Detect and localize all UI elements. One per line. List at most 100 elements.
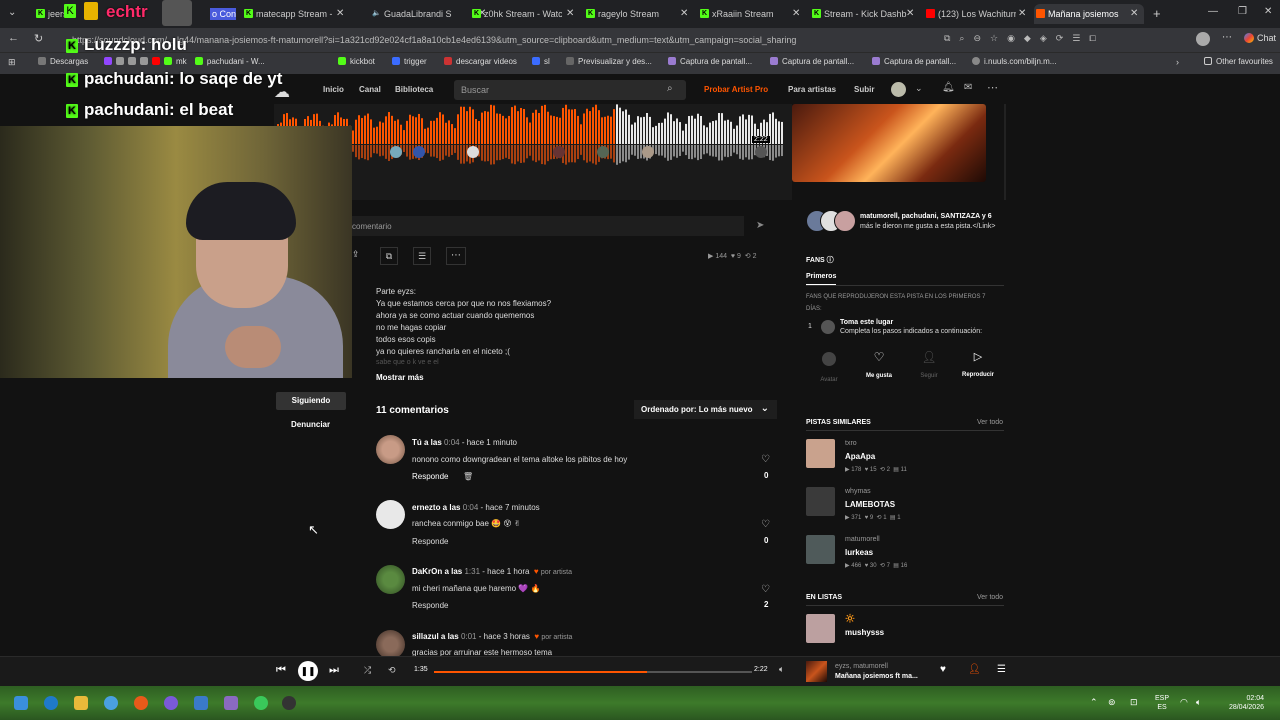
- close-icon[interactable]: ✕: [792, 8, 800, 19]
- nav-library[interactable]: Biblioteca: [395, 85, 433, 94]
- tab-5[interactable]: Kz0hk Stream - Watch: [470, 4, 562, 24]
- fans-tab-first[interactable]: Primeros: [806, 273, 836, 280]
- bookmark-1[interactable]: mk pachudani - W...: [104, 57, 265, 66]
- tray-chevron-icon[interactable]: ⌃: [1090, 697, 1098, 708]
- browser-icon[interactable]: [104, 696, 118, 710]
- whatsapp-icon[interactable]: [254, 696, 268, 710]
- app-icon[interactable]: [224, 696, 238, 710]
- like-icon[interactable]: ♡: [761, 519, 770, 530]
- pause-button[interactable]: ❚❚: [298, 661, 318, 681]
- discord-icon[interactable]: [164, 696, 178, 710]
- tray-icon[interactable]: ⊚: [1108, 697, 1116, 708]
- similar-artist[interactable]: matumorell: [845, 536, 880, 543]
- like-icon[interactable]: ♡: [761, 454, 770, 465]
- show-more-button[interactable]: Mostrar más: [376, 373, 424, 382]
- comment-input[interactable]: comentario: [352, 216, 744, 236]
- close-icon[interactable]: ✕: [680, 8, 688, 19]
- for-artists-link[interactable]: Para artistas: [788, 85, 836, 94]
- player-title[interactable]: Mañana josiemos ft ma...: [835, 673, 918, 680]
- commenter-avatar[interactable]: [553, 146, 565, 158]
- player-artwork[interactable]: [806, 661, 827, 682]
- similar-artist[interactable]: whymas: [845, 488, 871, 495]
- send-icon[interactable]: ➤: [756, 220, 764, 231]
- close-icon[interactable]: ✕: [1018, 8, 1026, 19]
- reply-button[interactable]: Responde: [412, 537, 448, 546]
- app-icon[interactable]: [194, 696, 208, 710]
- next-icon[interactable]: ⏭: [329, 664, 339, 677]
- mail-icon[interactable]: ✉: [964, 82, 972, 93]
- repeat-icon[interactable]: ⟲: [388, 665, 396, 676]
- tab-2[interactable]: o Content: [196, 4, 236, 24]
- commenter-avatar[interactable]: [755, 146, 767, 158]
- close-icon[interactable]: ✕: [566, 8, 574, 19]
- commenter-avatar[interactable]: [413, 146, 425, 158]
- previous-icon[interactable]: ⏮: [276, 664, 286, 677]
- apps-icon[interactable]: ⊞: [8, 57, 16, 68]
- wifi-icon[interactable]: ◠: [1180, 697, 1188, 708]
- profile-avatar[interactable]: [1196, 32, 1210, 46]
- clock[interactable]: 02:04 28/04/2026: [1212, 694, 1264, 712]
- comment-avatar[interactable]: [376, 565, 405, 594]
- similar-artist[interactable]: txro: [845, 440, 857, 447]
- similar-title[interactable]: lurkeas: [845, 548, 873, 557]
- new-tab-button[interactable]: +: [1153, 6, 1161, 21]
- reply-button[interactable]: Responde: [412, 601, 448, 610]
- commenter-avatar[interactable]: [597, 146, 609, 158]
- user-avatar[interactable]: [891, 82, 906, 97]
- similar-see-all[interactable]: Ver todo: [977, 419, 1003, 426]
- similar-artwork[interactable]: [806, 487, 835, 516]
- commenter-avatar[interactable]: [467, 146, 479, 158]
- reload-icon[interactable]: ↻: [34, 32, 43, 45]
- bookmark-4[interactable]: descargar videos: [444, 57, 517, 66]
- similar-title[interactable]: ApaApa: [845, 452, 875, 461]
- windows-start-icon[interactable]: [14, 696, 28, 710]
- bookmark-3[interactable]: trigger: [392, 57, 427, 66]
- similar-artwork[interactable]: [806, 535, 835, 564]
- shuffle-icon[interactable]: ⤮: [364, 665, 371, 676]
- volume-icon[interactable]: 🔈︎: [779, 664, 784, 675]
- sort-dropdown[interactable]: Ordenado por: Lo más nuevo ⌄: [634, 400, 777, 419]
- similar-title[interactable]: LAMEBOTAS: [845, 500, 895, 509]
- upload-link[interactable]: Subir: [854, 85, 874, 94]
- nav-feed[interactable]: Canal: [359, 85, 381, 94]
- in-lists-see-all[interactable]: Ver todo: [977, 594, 1003, 601]
- comment-avatar[interactable]: [376, 435, 405, 464]
- like-action[interactable]: ♡ Me gusta: [858, 350, 900, 382]
- chevron-down-icon[interactable]: ⌄: [915, 83, 923, 94]
- close-icon[interactable]: ✕: [1130, 8, 1138, 19]
- maximize-button[interactable]: ❐: [1238, 6, 1247, 17]
- tab-active[interactable]: Mañana josiemos: [1034, 4, 1144, 24]
- other-favourites[interactable]: Other favourites: [1204, 57, 1273, 66]
- tab-6[interactable]: Krageylo Stream: [584, 4, 676, 24]
- bookmark-2[interactable]: kickbot: [338, 57, 375, 66]
- tab-list-icon[interactable]: ⌄: [8, 7, 16, 18]
- add-to-playlist-icon[interactable]: ☰: [413, 247, 431, 265]
- menu-icon[interactable]: ⋯: [1222, 32, 1232, 43]
- back-icon[interactable]: ←: [8, 32, 19, 44]
- similar-artwork[interactable]: [806, 439, 835, 468]
- comment-avatar[interactable]: [376, 500, 405, 529]
- bookmark-5[interactable]: sl: [532, 57, 550, 66]
- language-indicator[interactable]: ESP ES: [1155, 694, 1169, 712]
- close-window-button[interactable]: ✕: [1264, 6, 1272, 17]
- nav-home[interactable]: Inicio: [323, 85, 344, 94]
- close-icon[interactable]: ✕: [906, 8, 914, 19]
- following-button[interactable]: Siguiendo: [276, 392, 346, 410]
- bookmark-8[interactable]: Captura de pantall...: [770, 57, 854, 66]
- copy-link-icon[interactable]: ⧉: [380, 247, 398, 265]
- tab-8[interactable]: K Stream - Kick Dashb: [810, 4, 910, 24]
- playlist-name[interactable]: mushysss: [845, 628, 884, 637]
- playlist-artwork[interactable]: [806, 614, 835, 643]
- share-icon[interactable]: ⇪: [352, 249, 364, 263]
- commenter-avatar[interactable]: [642, 146, 654, 158]
- search-icon[interactable]: ⌕: [667, 83, 673, 94]
- bookmark-6[interactable]: Previsualizar y des...: [566, 57, 652, 66]
- url-field[interactable]: https://soundcloud.com/... lg44/manana-j…: [72, 31, 932, 49]
- more-icon[interactable]: ⋯: [987, 81, 998, 94]
- report-button[interactable]: Denunciar: [291, 420, 330, 429]
- extension-icons[interactable]: ⧉⌕⊖☆◉◆◈⟳☰⧠: [944, 33, 1105, 44]
- bookmark-0[interactable]: Descargas: [38, 57, 88, 66]
- app-icon[interactable]: [134, 696, 148, 710]
- close-icon[interactable]: ✕: [336, 8, 344, 19]
- obs-icon[interactable]: [282, 696, 296, 710]
